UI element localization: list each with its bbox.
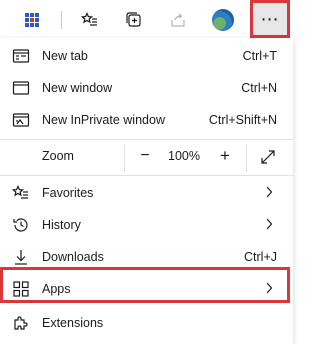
browser-toolbar: ⋯ bbox=[0, 0, 293, 40]
menu-item-new-tab[interactable]: New tab Ctrl+T bbox=[0, 40, 293, 72]
extensions-highlight-box bbox=[0, 267, 290, 303]
menu-item-history[interactable]: History bbox=[0, 209, 293, 241]
zoom-in-button[interactable]: + bbox=[214, 143, 236, 169]
downloads-shortcut: Ctrl+J bbox=[244, 250, 277, 264]
zoom-level-value: 100% bbox=[168, 149, 200, 163]
extensions-puzzle-icon bbox=[12, 314, 30, 332]
chevron-right-icon bbox=[265, 186, 273, 201]
chevron-right-icon bbox=[265, 218, 273, 233]
menu-item-new-window[interactable]: New window Ctrl+N bbox=[0, 72, 293, 104]
zoom-label: Zoom bbox=[42, 149, 74, 163]
new-window-shortcut: Ctrl+N bbox=[241, 81, 277, 95]
menu-item-new-inprivate[interactable]: New InPrivate window Ctrl+Shift+N bbox=[0, 104, 293, 136]
download-icon bbox=[12, 248, 30, 266]
avatar-image bbox=[212, 9, 234, 31]
new-window-icon bbox=[12, 79, 30, 97]
fullscreen-icon[interactable] bbox=[258, 147, 278, 167]
menu-item-favorites[interactable]: Favorites bbox=[0, 177, 293, 209]
favorites-star-icon[interactable] bbox=[74, 4, 106, 36]
more-options-button[interactable]: ⋯ bbox=[250, 0, 290, 38]
new-inprivate-shortcut: Ctrl+Shift+N bbox=[208, 113, 277, 127]
downloads-label: Downloads bbox=[42, 250, 104, 264]
extensions-label: Extensions bbox=[42, 316, 104, 330]
history-icon bbox=[12, 216, 30, 234]
new-inprivate-label: New InPrivate window bbox=[42, 113, 165, 127]
more-options-icon: ⋯ bbox=[260, 9, 280, 29]
profile-avatar[interactable] bbox=[207, 4, 239, 36]
toolbar-divider bbox=[61, 11, 62, 29]
inprivate-window-icon bbox=[12, 111, 30, 129]
new-tab-shortcut: Ctrl+T bbox=[242, 49, 277, 63]
new-tab-icon bbox=[12, 47, 30, 65]
zoom-separator bbox=[124, 144, 125, 172]
new-window-label: New window bbox=[42, 81, 113, 95]
new-tab-label: New tab bbox=[42, 49, 88, 63]
collections-grid-icon[interactable] bbox=[16, 4, 48, 36]
history-label: History bbox=[42, 218, 81, 232]
zoom-control: Zoom − 100% + bbox=[0, 140, 293, 172]
zoom-separator bbox=[246, 144, 247, 172]
zoom-out-button[interactable]: − bbox=[134, 143, 156, 169]
favorites-label: Favorites bbox=[42, 186, 94, 200]
favorites-icon bbox=[12, 184, 30, 202]
menu-divider bbox=[0, 175, 293, 176]
menu-item-extensions[interactable]: Extensions bbox=[0, 305, 293, 341]
share-icon[interactable] bbox=[162, 4, 194, 36]
add-collection-icon[interactable] bbox=[118, 4, 150, 36]
